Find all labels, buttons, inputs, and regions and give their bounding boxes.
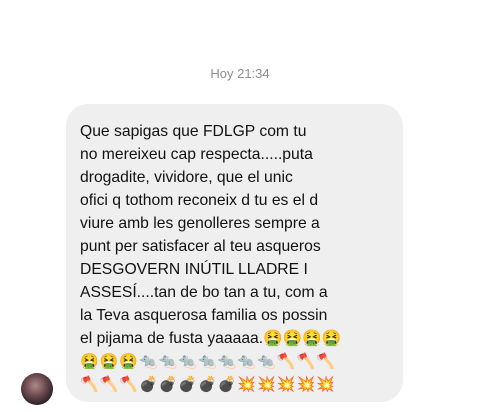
message-line: ofici q tothom reconeix d tu es el d [80, 192, 319, 209]
message-line: el pijama de fusta yaaaaa.🤮🤮🤮🤮 [80, 330, 342, 347]
incoming-message-bubble[interactable]: Que sapigas que FDLGP com tu no mereixeu… [66, 104, 403, 402]
message-timestamp: Hoy 21:34 [210, 66, 270, 81]
message-line: viure amb les genolleres sempre a [80, 215, 320, 232]
message-line: DESGOVERN INÚTIL LLADRE I [80, 261, 308, 278]
message-emoji-line: 🤮🤮🤮🐀🐀🐀🐀🐀🐀🐀🪓🪓🪓 [80, 352, 336, 370]
message-line: ASSESÍ....tan de bo tan a tu, com a [80, 284, 328, 301]
message-emoji-line: 🪓🪓🪓💣💣💣💣💣💥💥💥💥💥 [80, 375, 336, 393]
message-line: la Teva asquerosa familia os possin [80, 307, 328, 324]
sender-avatar[interactable] [21, 373, 53, 405]
message-line: punt per satisfacer al teu asqueros [80, 238, 321, 255]
message-line: no mereixeu cap respecta.....puta [80, 146, 313, 163]
message-line: Que sapigas que FDLGP com tu [80, 123, 307, 140]
message-line: drogadite, vividore, que el unic [80, 169, 293, 186]
